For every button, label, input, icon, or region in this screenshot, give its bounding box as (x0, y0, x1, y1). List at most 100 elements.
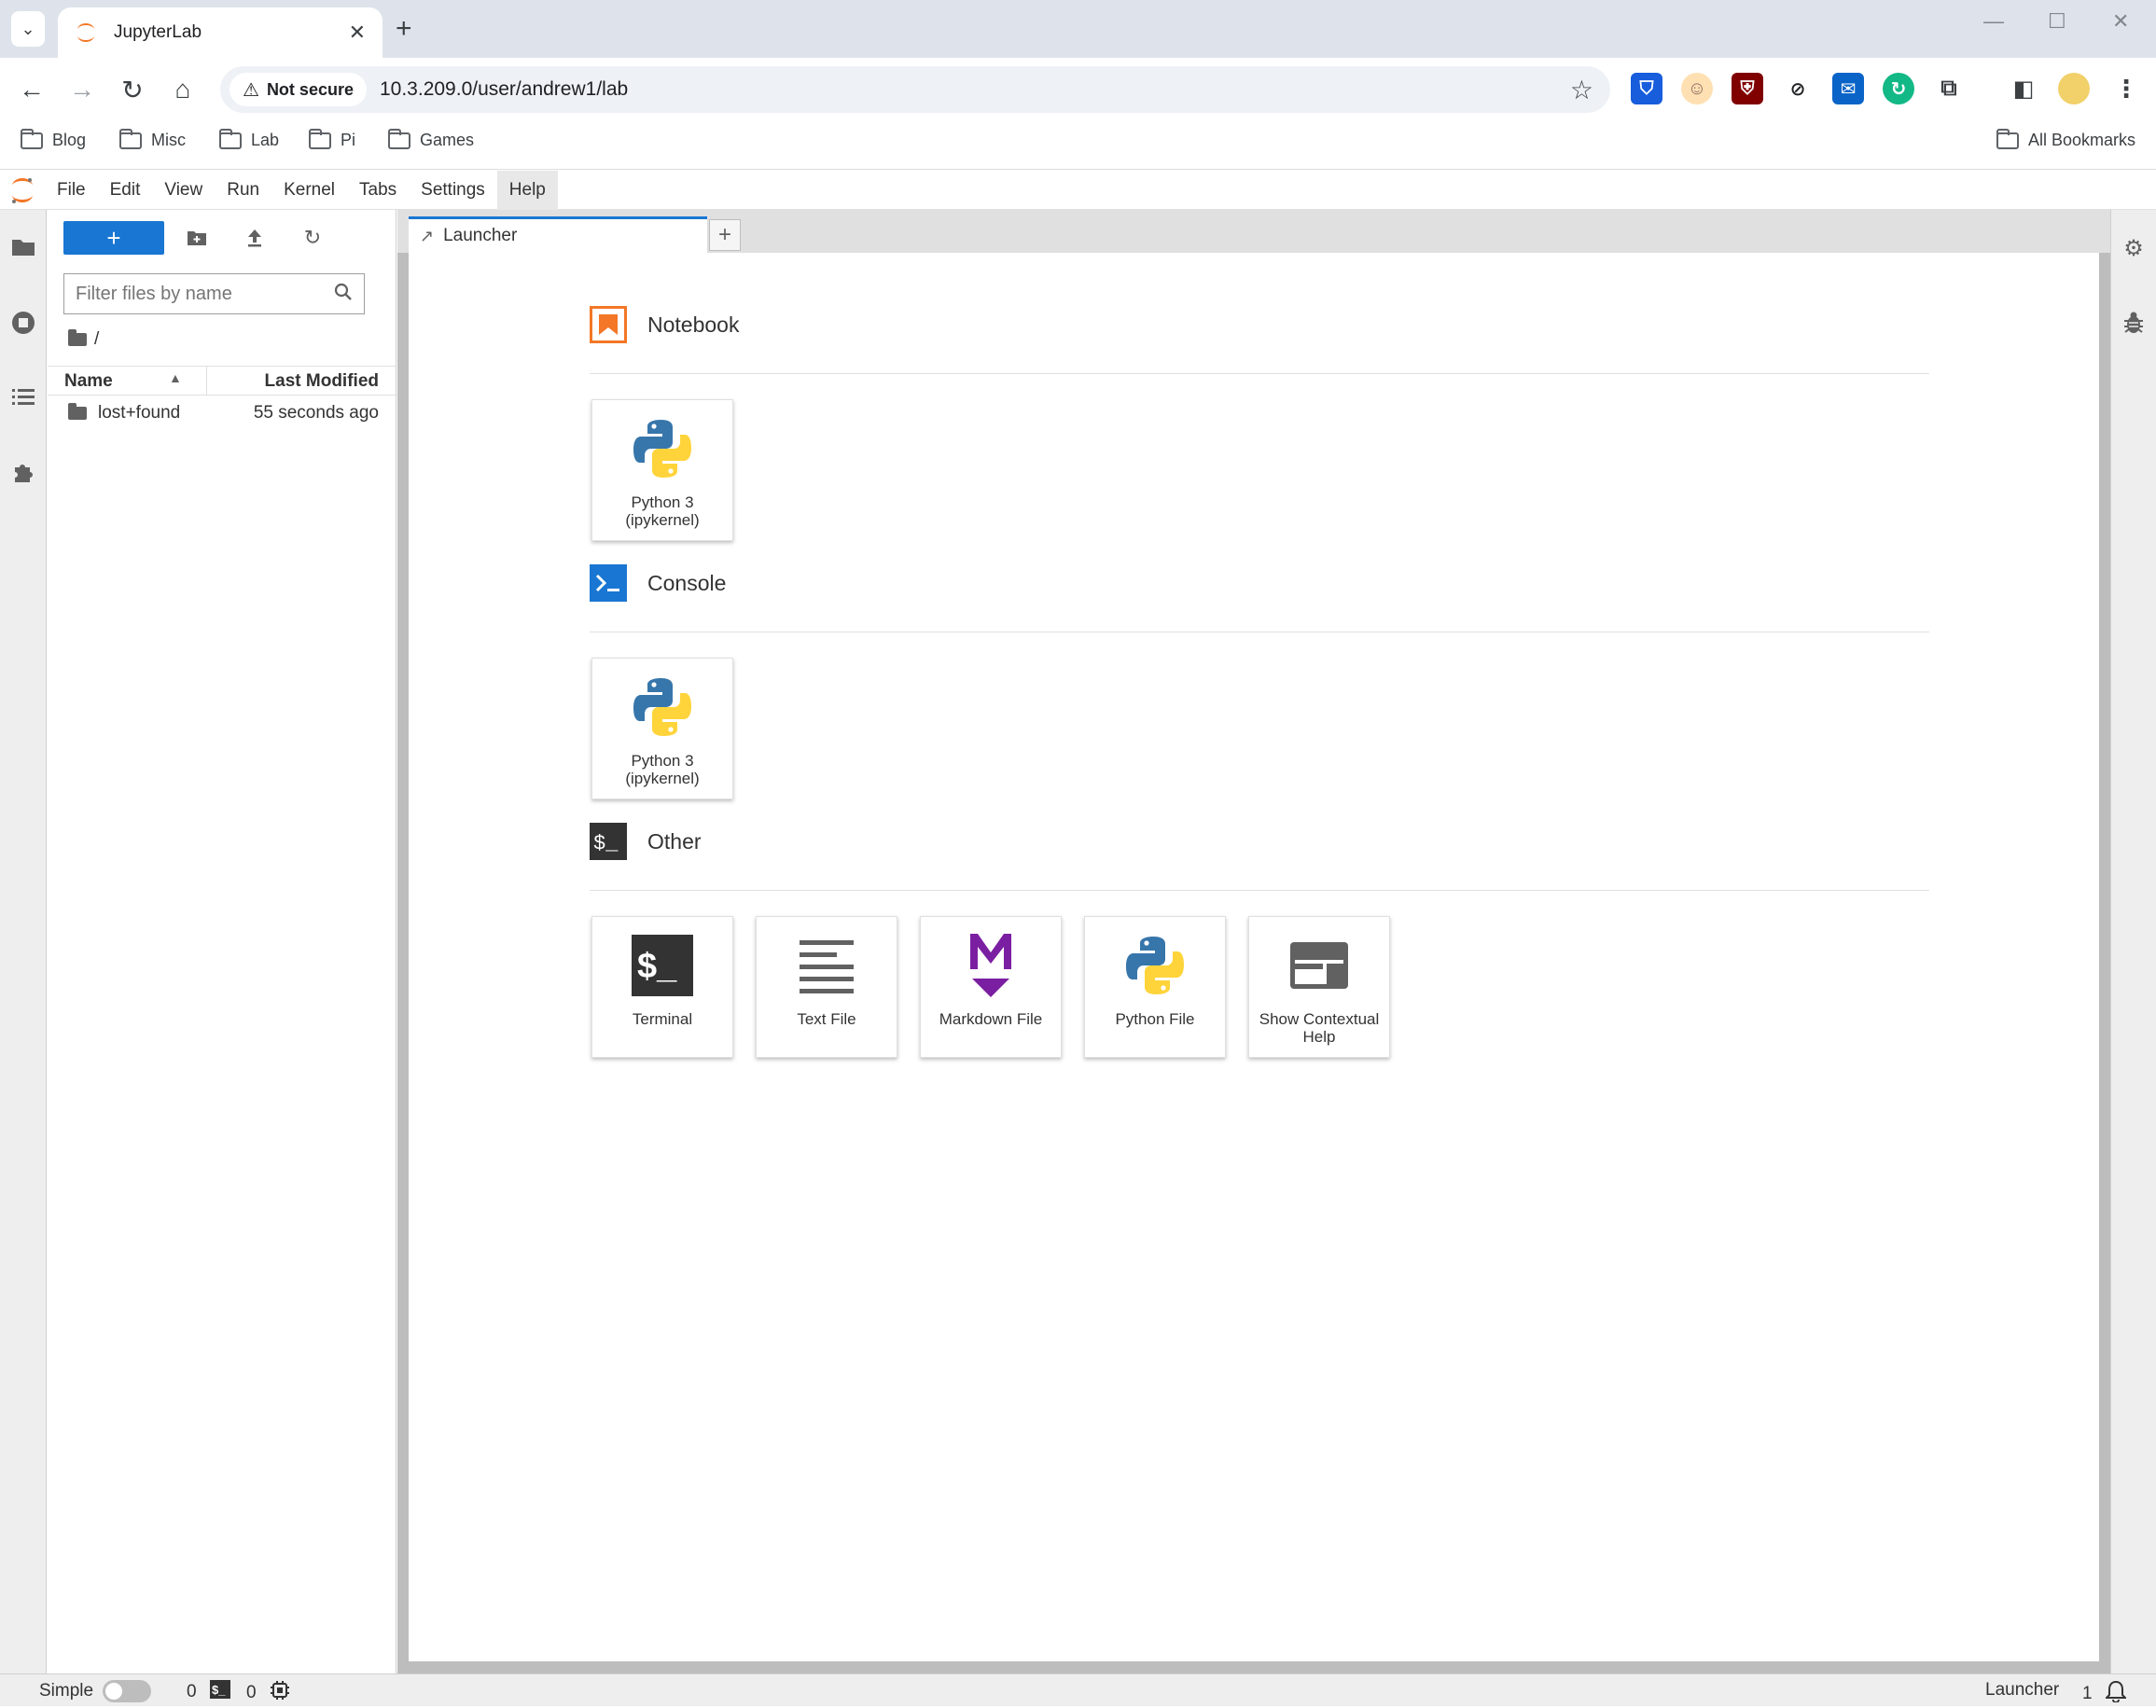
url-text[interactable]: 10.3.209.0/user/andrew1/lab (380, 78, 1570, 101)
menu-file[interactable]: File (45, 171, 98, 210)
maximize-icon[interactable]: ☐ (2048, 9, 2066, 34)
menu-edit[interactable]: Edit (98, 171, 153, 210)
bookmark-blog[interactable]: Blog (20, 128, 86, 150)
notifications-status[interactable]: 1 (2082, 1680, 2127, 1708)
reload-icon[interactable]: ↻ (114, 71, 151, 108)
card-label: Show Contextual Help (1253, 1010, 1385, 1046)
security-chip[interactable]: ⚠ Not secure (230, 73, 367, 106)
extensions-puzzle-icon[interactable]: ⧉ (1933, 73, 1965, 104)
bookmark-pi[interactable]: Pi (308, 128, 356, 150)
notebook-section-icon (590, 306, 627, 343)
table-of-contents-icon[interactable] (0, 374, 47, 421)
menu-kernel[interactable]: Kernel (271, 171, 347, 210)
column-divider[interactable] (206, 367, 207, 396)
menu-run[interactable]: Run (215, 171, 271, 210)
dock-tab-bar: ↗ Launcher + (397, 210, 2110, 253)
contextual-help-card[interactable]: Show Contextual Help (1248, 916, 1390, 1058)
bookmark-lab[interactable]: Lab (218, 128, 279, 150)
security-label: Not secure (266, 79, 354, 99)
block-extension-icon[interactable]: ⊘ (1782, 73, 1814, 104)
browser-tab-jupyterlab[interactable]: JupyterLab ✕ (58, 7, 383, 58)
tab-search-dropdown-icon[interactable]: ⌄ (11, 11, 45, 47)
all-bookmarks[interactable]: All Bookmarks (1996, 128, 2135, 150)
terminal-card[interactable]: $_ Terminal (591, 916, 733, 1058)
simple-mode-toggle[interactable]: Simple (39, 1680, 152, 1702)
python-file-card[interactable]: Python File (1084, 916, 1226, 1058)
filter-files-input[interactable] (76, 283, 334, 305)
card-label-line2: (ipykernel) (625, 511, 700, 529)
folder-icon (218, 128, 242, 149)
side-panel-icon[interactable]: ◧ (2008, 73, 2039, 104)
column-last-modified-header[interactable]: Last Modified (265, 371, 379, 392)
file-name-cell: lost+found (68, 403, 180, 424)
jupyter-menubar: File Edit View Run Kernel Tabs Settings … (0, 170, 2156, 210)
tab-launcher[interactable]: ↗ Launcher (409, 216, 707, 253)
home-icon[interactable]: ⌂ (164, 71, 202, 108)
column-name-header[interactable]: Name (64, 371, 113, 392)
menu-view[interactable]: View (152, 171, 215, 210)
forward-icon[interactable]: → (63, 71, 101, 108)
bookmark-star-icon[interactable]: ☆ (1570, 75, 1593, 105)
folder-icon (68, 403, 87, 420)
close-tab-icon[interactable]: ✕ (349, 21, 366, 45)
file-name: lost+found (98, 403, 181, 423)
property-inspector-gears-icon[interactable]: ⚙ (2111, 225, 2156, 271)
new-tab-icon[interactable]: + (396, 13, 412, 45)
card-label: Python 3 (ipykernel) (596, 493, 729, 529)
folder-icon (308, 128, 331, 149)
text-file-card[interactable]: Text File (756, 916, 897, 1058)
menu-tabs[interactable]: Tabs (347, 171, 409, 210)
breadcrumb[interactable]: / (68, 329, 99, 350)
debugger-bug-icon[interactable] (2111, 299, 2156, 346)
breadcrumb-root[interactable]: / (94, 329, 99, 350)
refresh-icon[interactable]: ↻ (296, 223, 329, 253)
avatar-extension-icon[interactable]: ☺ (1681, 73, 1713, 104)
notebook-section-title: Notebook (647, 312, 740, 337)
text-file-icon (757, 928, 897, 1003)
terminals-count: 0 (187, 1682, 197, 1701)
window-close-icon[interactable]: ✕ (2112, 9, 2129, 34)
notebook-section-divider (590, 373, 1929, 374)
running-sessions-icon[interactable] (0, 299, 47, 346)
upload-icon[interactable] (238, 223, 271, 253)
new-launcher-button[interactable]: + (63, 221, 164, 255)
terminals-status[interactable]: 0 $_ (187, 1680, 230, 1704)
menu-settings[interactable]: Settings (409, 171, 497, 210)
ublock-extension-icon[interactable]: ⛨ (1732, 73, 1763, 104)
filter-files-field[interactable] (63, 273, 365, 314)
python-logo-icon (1085, 928, 1225, 1003)
minimize-icon[interactable]: — (1983, 9, 2004, 34)
browser-menu-icon[interactable]: ⋮ (2110, 73, 2142, 104)
kernel-chip-icon (270, 1680, 290, 1706)
outlook-extension-icon[interactable]: ✉ (1832, 73, 1864, 104)
sync-extension-icon[interactable]: ↻ (1883, 73, 1914, 104)
sort-ascending-icon[interactable]: ▲ (169, 370, 182, 385)
card-label-line2: Help (1302, 1028, 1336, 1046)
kernels-status[interactable]: 0 (246, 1680, 290, 1706)
back-icon[interactable]: ← (13, 71, 50, 108)
simple-mode-switch[interactable] (103, 1680, 152, 1702)
bookmark-misc[interactable]: Misc (118, 128, 186, 150)
markdown-file-card[interactable]: Markdown File (920, 916, 1062, 1058)
extension-manager-puzzle-icon[interactable] (0, 449, 47, 495)
active-mode-status: Launcher (1985, 1680, 2059, 1701)
console-python3-card[interactable]: Python 3 (ipykernel) (591, 658, 733, 799)
menu-help[interactable]: Help (496, 170, 558, 210)
bookmark-label: Pi (341, 131, 356, 149)
python-logo-icon (592, 411, 732, 486)
new-folder-icon[interactable] (180, 223, 214, 253)
bitwarden-extension-icon[interactable]: ⛉ (1631, 73, 1662, 104)
file-list-row[interactable]: lost+found 55 seconds ago (48, 398, 396, 428)
profile-avatar[interactable] (2058, 73, 2090, 104)
folder-icon (118, 128, 142, 149)
bookmark-label: Misc (151, 131, 186, 149)
notebook-python3-card[interactable]: Python 3 (ipykernel) (591, 399, 733, 541)
folder-icon (1996, 128, 2019, 149)
file-browser-folder-icon[interactable] (0, 223, 47, 270)
address-bar[interactable]: ⚠ Not secure 10.3.209.0/user/andrew1/lab… (220, 66, 1610, 113)
bookmark-games[interactable]: Games (387, 128, 474, 150)
new-tab-plus-button[interactable]: + (709, 219, 741, 251)
python-logo-icon (592, 670, 732, 744)
other-section-title: Other (647, 828, 702, 854)
status-bar: Simple 0 $_ 0 Launcher 1 (0, 1673, 2156, 1706)
